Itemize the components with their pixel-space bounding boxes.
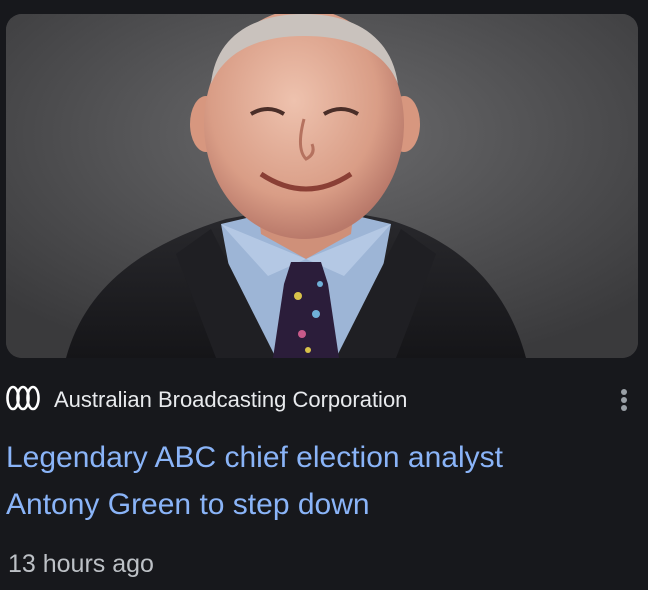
- headline-line-2: Antony Green to step down: [6, 488, 370, 521]
- article-thumbnail[interactable]: [6, 14, 638, 358]
- publish-time: 13 hours ago: [8, 550, 154, 578]
- source-row[interactable]: Australian Broadcasting Corporation: [6, 382, 642, 416]
- news-card[interactable]: Australian Broadcasting Corporation Lege…: [0, 0, 648, 590]
- abc-lissajous-logo-icon: [6, 385, 40, 411]
- headline-line-1: Legendary ABC chief election analyst: [6, 441, 503, 474]
- portrait-photo: [6, 14, 638, 358]
- more-vertical-icon: [621, 389, 627, 395]
- more-options-button[interactable]: [612, 384, 636, 416]
- article-headline[interactable]: Legendary ABC chief election analyst Ant…: [6, 434, 626, 528]
- source-name: Australian Broadcasting Corporation: [54, 387, 408, 412]
